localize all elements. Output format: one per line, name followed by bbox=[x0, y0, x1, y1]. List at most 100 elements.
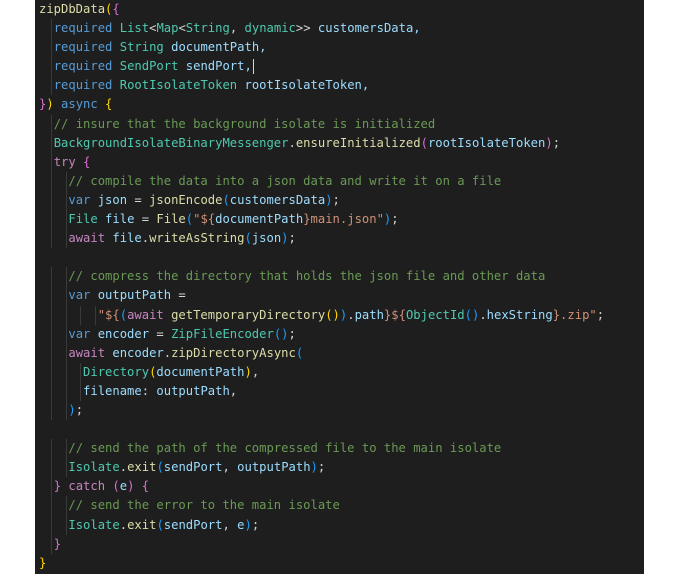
code-token: ; bbox=[317, 460, 326, 475]
code-token: ) bbox=[244, 364, 252, 379]
code-token: () bbox=[273, 326, 289, 341]
code-token: }main.json" bbox=[303, 212, 384, 227]
code-token: . bbox=[119, 460, 128, 475]
code-token: } bbox=[53, 536, 62, 551]
code-token: ( bbox=[222, 192, 230, 207]
code-token: } bbox=[53, 479, 62, 494]
code-token: encoder bbox=[90, 326, 150, 341]
code-line-text: filename: outputPath, bbox=[35, 384, 237, 398]
code-line[interactable]: zipDbData({ bbox=[35, 0, 644, 19]
code-token: exit bbox=[127, 460, 157, 475]
code-line[interactable]: // send the error to the main isolate bbox=[35, 496, 644, 516]
code-token: Isolate bbox=[68, 517, 120, 532]
code-token: >> bbox=[295, 21, 311, 36]
code-token: ; bbox=[288, 326, 296, 341]
code-token: // send the path of the compressed file … bbox=[68, 441, 502, 456]
code-line-text: await encoder.zipDirectoryAsync( bbox=[35, 346, 303, 360]
code-line-text: Isolate.exit(sendPort, outputPath); bbox=[35, 460, 325, 474]
code-token: ; bbox=[596, 307, 605, 322]
code-line[interactable]: File file = File("${documentPath}main.js… bbox=[35, 210, 644, 230]
code-line[interactable]: Isolate.exit(sendPort, outputPath); bbox=[35, 458, 644, 478]
code-token: RootIsolateToken bbox=[119, 78, 238, 93]
code-line-text: BackgroundIsolateBinaryMessenger.ensureI… bbox=[35, 136, 560, 150]
code-line[interactable]: Isolate.exit(sendPort, e); bbox=[35, 515, 644, 535]
code-token: , bbox=[229, 21, 245, 36]
code-line-text: var json = jsonEncode(customersData); bbox=[35, 193, 340, 207]
code-token: ( bbox=[420, 135, 428, 150]
code-area[interactable]: zipDbData({ required List<Map<String, dy… bbox=[35, 0, 644, 573]
code-token: required bbox=[53, 78, 113, 93]
code-line-text: var encoder = ZipFileEncoder(); bbox=[35, 327, 296, 341]
code-token: ) bbox=[68, 402, 76, 417]
code-token: documentPath bbox=[215, 212, 304, 227]
text-cursor bbox=[252, 59, 254, 75]
code-token: ( bbox=[156, 460, 164, 475]
code-editor[interactable]: zipDbData({ required List<Map<String, dy… bbox=[35, 0, 644, 574]
code-line[interactable]: required String documentPath, bbox=[35, 38, 644, 58]
code-line[interactable]: } catch (e) { bbox=[35, 477, 644, 497]
code-line[interactable]: } bbox=[35, 534, 644, 554]
code-line-text: required SendPort sendPort, bbox=[35, 59, 254, 75]
code-token: rootIsolateToken, bbox=[237, 78, 370, 93]
code-token: customersData, bbox=[310, 21, 421, 36]
code-line[interactable]: Directory(documentPath), bbox=[35, 362, 644, 382]
code-token: . bbox=[163, 345, 172, 360]
code-token: getTemporaryDirectory bbox=[163, 307, 326, 322]
code-line-text: File file = File("${documentPath}main.js… bbox=[35, 212, 398, 227]
code-line-text: zipDbData({ bbox=[35, 2, 120, 16]
code-token: ) bbox=[281, 231, 289, 246]
code-line[interactable]: // compress the directory that holds the… bbox=[35, 267, 644, 287]
code-line-text: // compress the directory that holds the… bbox=[35, 269, 545, 283]
code-token: ; bbox=[75, 402, 84, 417]
code-line-text: } bbox=[35, 556, 46, 570]
code-token: Map bbox=[156, 21, 179, 36]
code-token: File bbox=[156, 212, 186, 227]
code-line-text: ); bbox=[35, 403, 83, 417]
code-token: documentPath, bbox=[163, 40, 267, 55]
code-line[interactable]: await file.writeAsString(json); bbox=[35, 229, 644, 249]
code-line[interactable]: ); bbox=[35, 400, 644, 421]
code-token: ) bbox=[46, 97, 54, 112]
code-token: sendPort bbox=[163, 517, 223, 532]
code-line-text: await file.writeAsString(json); bbox=[35, 231, 296, 245]
code-line[interactable]: // send the path of the compressed file … bbox=[35, 439, 644, 459]
code-line[interactable]: filename: outputPath, bbox=[35, 381, 644, 401]
code-token: var bbox=[68, 326, 91, 341]
code-line[interactable]: var encoder = ZipFileEncoder(); bbox=[35, 324, 644, 344]
code-token: ) bbox=[244, 517, 252, 532]
code-token: e bbox=[237, 517, 245, 532]
code-line[interactable]: "${(await getTemporaryDirectory()).path}… bbox=[35, 305, 644, 325]
code-line[interactable]: await encoder.zipDirectoryAsync( bbox=[35, 343, 644, 363]
code-line[interactable] bbox=[35, 420, 644, 439]
code-line[interactable]: // insure that the background isolate is… bbox=[35, 114, 644, 134]
code-line[interactable]: var json = jsonEncode(customersData); bbox=[35, 190, 644, 211]
code-token: BackgroundIsolateBinaryMessenger bbox=[53, 135, 289, 150]
code-line-text: Isolate.exit(sendPort, e); bbox=[35, 518, 259, 532]
code-line[interactable] bbox=[35, 248, 644, 267]
code-token: ( bbox=[105, 479, 120, 494]
code-token: zipDbData bbox=[39, 2, 106, 16]
code-token: async bbox=[53, 97, 98, 112]
code-line[interactable]: } bbox=[35, 554, 644, 573]
code-line[interactable]: required List<Map<String, dynamic>> cust… bbox=[35, 19, 644, 39]
code-line[interactable]: BackgroundIsolateBinaryMessenger.ensureI… bbox=[35, 133, 644, 153]
code-line[interactable]: required SendPort sendPort, bbox=[35, 57, 644, 77]
code-token: documentPath bbox=[156, 364, 245, 379]
code-token: dynamic bbox=[244, 21, 296, 36]
code-token: "${ bbox=[97, 307, 120, 322]
code-token: // send the error to the main isolate bbox=[68, 498, 340, 513]
code-token: e bbox=[119, 479, 128, 494]
code-token: customersData bbox=[229, 192, 326, 207]
code-token: () bbox=[325, 307, 340, 322]
code-token: () bbox=[464, 307, 480, 322]
code-token: // insure that the background isolate is… bbox=[53, 116, 436, 131]
code-token: required bbox=[53, 40, 113, 55]
code-token: ; bbox=[552, 135, 561, 150]
code-line[interactable]: try { bbox=[35, 152, 644, 172]
code-line[interactable]: var outputPath = bbox=[35, 286, 644, 306]
code-line[interactable]: }) async { bbox=[35, 95, 644, 114]
code-line[interactable]: required RootIsolateToken rootIsolateTok… bbox=[35, 76, 644, 96]
code-token: path bbox=[354, 307, 384, 322]
code-token: sendPort bbox=[163, 460, 223, 475]
code-line[interactable]: // compile the data into a json data and… bbox=[35, 171, 644, 191]
